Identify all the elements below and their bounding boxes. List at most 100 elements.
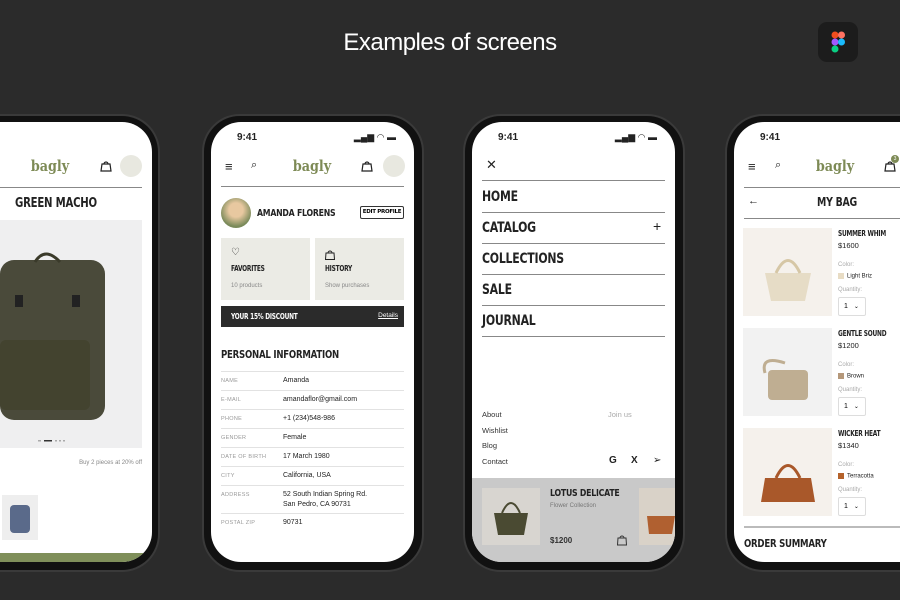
quantity-label: Quantity: (838, 287, 863, 293)
menu-icon[interactable]: ≡ (748, 159, 756, 174)
logo[interactable]: bagly (31, 157, 69, 175)
add-to-cart-bar[interactable] (0, 553, 152, 562)
plus-icon[interactable]: + (653, 218, 661, 234)
info-value: California, USA (283, 472, 331, 479)
bag-item-price: $1340 (838, 441, 859, 450)
product-collection: Flower Collection (550, 503, 597, 509)
carousel-dot (63, 440, 65, 442)
bag-item-price: $1600 (838, 241, 859, 250)
product-card[interactable]: LOTUS DELICATE Flower Collection $1200 (472, 478, 675, 562)
card-title: HISTORY (325, 264, 353, 273)
favorites-card[interactable]: ♡ FAVORITES 10 products (221, 238, 310, 300)
google-icon[interactable]: G (609, 455, 617, 466)
avatar-button[interactable] (120, 155, 142, 177)
bag-item-price: $1200 (838, 341, 859, 350)
info-label: CITY (221, 473, 235, 479)
footer-link-wishlist[interactable]: Wishlist (482, 426, 508, 435)
quantity-label: Quantity: (838, 487, 863, 493)
menu-screen: 9:41 ▂▄▆ ◠ ▬ ✕ HOME CATALOG COLLECTIONS SAL… (472, 122, 675, 562)
card-subtitle: 10 products (231, 283, 263, 289)
close-icon[interactable]: ✕ (486, 157, 497, 173)
menu-item-sale[interactable]: SALE (482, 282, 512, 298)
page-title: Examples of screens (343, 29, 557, 56)
color-label: Color: (838, 362, 855, 368)
profile-screen: 9:41 ▂▄▆ ◠ ▬ ≡ ⌕ bagly AMANDA FLORENS ED… (211, 122, 414, 562)
product-name: LOTUS DELICATE (550, 488, 620, 499)
join-us-label: Join us (608, 410, 632, 419)
bag-item-image[interactable] (743, 228, 832, 316)
color-name: Terracotta (847, 473, 874, 480)
footer-link-about[interactable]: About (482, 410, 502, 419)
profile-photo (221, 198, 251, 228)
quantity-select[interactable]: 1 ⌄ (838, 397, 866, 416)
edit-profile-button[interactable]: EDIT PROFILE (360, 206, 404, 219)
status-time: 9:41 (237, 132, 258, 143)
add-to-bag-icon[interactable] (617, 534, 627, 546)
history-card[interactable]: HISTORY Show purchases (315, 238, 404, 300)
color-label: Color: (838, 462, 855, 468)
color-label: Color: (838, 262, 855, 268)
info-label: DATE OF BIRTH (221, 454, 267, 460)
menu-item-journal[interactable]: JOURNAL (482, 313, 536, 329)
info-value: 52 South Indian Spring Rd. (283, 491, 368, 498)
bag-title: MY BAG (817, 195, 858, 209)
color-value: Brown (838, 373, 864, 380)
avatar-button[interactable] (383, 155, 405, 177)
menu-item-collections[interactable]: COLLECTIONS (482, 251, 564, 267)
quantity-label: Quantity: (838, 387, 863, 393)
product-title: GREEN MACHO (15, 196, 97, 211)
chevron-down-icon: ⌄ (853, 404, 859, 410)
quantity-select[interactable]: 1 ⌄ (838, 297, 866, 316)
color-swatch (838, 373, 844, 379)
info-value: amandaflor@gmail.com (283, 396, 358, 403)
carousel-dot (38, 440, 41, 442)
product-price: $1200 (550, 536, 573, 545)
bag-item-name: GENTLE SOUND (838, 329, 887, 338)
figma-logo-icon (818, 22, 858, 62)
footer-link-blog[interactable]: Blog (482, 441, 497, 450)
search-icon[interactable]: ⌕ (775, 159, 781, 172)
discount-label: YOUR 15% DISCOUNT (231, 312, 298, 321)
heart-icon: ♡ (231, 247, 240, 258)
info-label: E-MAIL (221, 397, 242, 403)
bag-icon[interactable] (361, 160, 373, 172)
status-time: 9:41 (498, 132, 519, 143)
info-label: PHONE (221, 416, 243, 422)
x-icon[interactable]: X (631, 455, 638, 466)
bag-item-image[interactable] (743, 328, 832, 416)
profile-name: AMANDA FLORENS (257, 208, 336, 219)
telegram-icon[interactable]: ➢ (653, 455, 661, 466)
order-summary-title: ORDER SUMMARY (744, 537, 827, 550)
footer-link-contact[interactable]: Contact (482, 457, 508, 466)
bag-screen: 9:41 ≡ ⌕ bagly 3 ← MY BAG SUMMER WHIM $1… (734, 122, 900, 562)
discount-banner[interactable]: YOUR 15% DISCOUNT Details (221, 306, 404, 327)
promo-text: Buy 2 pieces at 20% off (79, 460, 142, 466)
back-arrow-icon[interactable]: ← (748, 195, 759, 207)
bag-item-image[interactable] (743, 428, 832, 516)
info-label: GENDER (221, 435, 247, 441)
info-value: San Pedro, CA 90731 (283, 501, 351, 508)
search-icon[interactable]: ⌕ (251, 159, 257, 172)
quantity-select[interactable]: 1 ⌄ (838, 497, 866, 516)
logo[interactable]: bagly (293, 157, 331, 175)
menu-icon[interactable]: ≡ (225, 159, 233, 174)
menu-item-catalog[interactable]: CATALOG (482, 220, 536, 236)
bag-item-name: SUMMER WHIM (838, 229, 886, 238)
card-subtitle: Show purchases (325, 283, 370, 289)
info-label: POSTAL ZIP (221, 520, 256, 526)
details-link[interactable]: Details (378, 312, 398, 319)
status-icons: ▂▄▆ ◠ ▬ (353, 132, 396, 142)
color-name: Light Briz (847, 273, 873, 280)
card-title: FAVORITES (231, 264, 265, 273)
bag-item-name: WICKER HEAT (838, 429, 881, 438)
section-title: PERSONAL INFORMATION (221, 348, 339, 361)
thumbnail-blue[interactable] (2, 495, 38, 540)
cart-badge: 3 (891, 155, 899, 163)
bag-icon[interactable] (100, 160, 112, 172)
chevron-down-icon: ⌄ (853, 504, 859, 510)
logo[interactable]: bagly (816, 157, 854, 175)
menu-item-home[interactable]: HOME (482, 189, 518, 205)
product-image[interactable] (0, 220, 142, 448)
bag-icon (325, 250, 335, 260)
info-label: ADDRESS (221, 492, 250, 498)
